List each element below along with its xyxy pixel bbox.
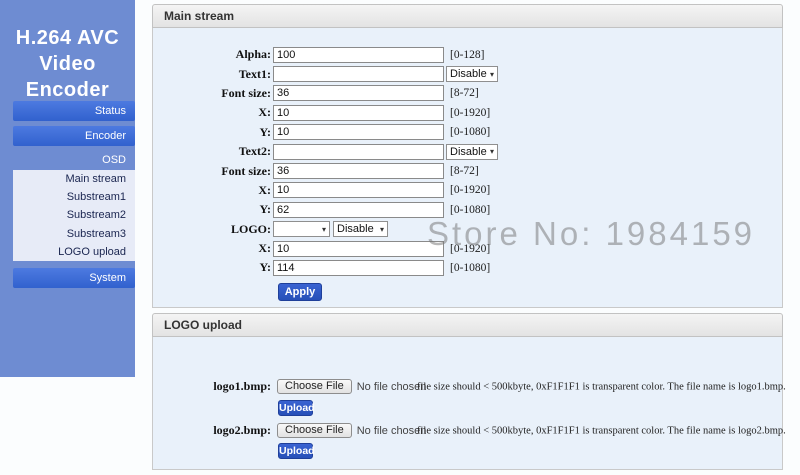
logo1-label: logo1.bmp: <box>153 379 271 394</box>
font-size2-range-hint: [8-72] <box>450 165 479 177</box>
x3-input[interactable] <box>273 241 444 257</box>
font-size2-label: Font size: <box>153 164 271 179</box>
dropdown-arrow-icon: ▾ <box>380 225 384 234</box>
y2-input[interactable] <box>273 202 444 218</box>
alpha-range-hint: [0-128] <box>450 49 485 61</box>
text1-mode-value: Disable <box>450 68 487 80</box>
main-stream-panel: Main stream Alpha: [0-128] Text1: Disabl… <box>152 4 783 308</box>
font-size1-range-hint: [8-72] <box>450 87 479 99</box>
font-size1-label: Font size: <box>153 86 271 101</box>
sidebar-item-logo-upload[interactable]: LOGO upload <box>13 243 135 261</box>
x2-label: X: <box>153 183 271 198</box>
sidebar-item-substream2[interactable]: Substream2 <box>13 206 135 224</box>
app-title: H.264 AVC Video Encoder <box>0 25 135 103</box>
form-row-logo: LOGO: ▾ Disable ▾ <box>153 220 782 239</box>
logo-upload-panel: LOGO upload logo1.bmp: Choose File No fi… <box>152 313 783 470</box>
sidebar: H.264 AVC Video Encoder Status Encoder O… <box>0 0 135 377</box>
form-row-text1: Text1: Disable ▾ <box>153 64 782 83</box>
upload-hint-logo2: file size should < 500kbyte, 0xF1F1F1 is… <box>417 425 786 436</box>
x3-label: X: <box>153 241 271 256</box>
y3-label: Y: <box>153 260 271 275</box>
logo-mode-select[interactable]: Disable ▾ <box>333 221 388 237</box>
text2-input[interactable] <box>273 144 444 160</box>
logo2-label: logo2.bmp: <box>153 423 271 438</box>
form-row-x2: X: [0-1920] <box>153 181 782 200</box>
form-row-x3: X: [0-1920] <box>153 239 782 258</box>
dropdown-arrow-icon: ▾ <box>322 225 326 234</box>
form-row-y3: Y: [0-1080] <box>153 258 782 277</box>
sidebar-item-main-stream[interactable]: Main stream <box>13 170 135 188</box>
text2-mode-select[interactable]: Disable ▾ <box>446 144 498 160</box>
y3-input[interactable] <box>273 260 444 276</box>
form-row-x1: X: [0-1920] <box>153 103 782 122</box>
app-title-line1: H.264 AVC <box>0 25 135 51</box>
apply-button[interactable]: Apply <box>278 283 322 301</box>
x1-label: X: <box>153 105 271 120</box>
text1-input[interactable] <box>273 66 444 82</box>
osd-section-label: OSD <box>13 152 135 169</box>
y1-label: Y: <box>153 125 271 140</box>
file-status-logo2: No file chosen <box>357 425 427 437</box>
file-status-logo1: No file chosen <box>357 381 427 393</box>
form-row-y1: Y: [0-1080] <box>153 123 782 142</box>
y3-range-hint: [0-1080] <box>450 262 490 274</box>
choose-file-button-logo2[interactable]: Choose File <box>277 423 352 438</box>
y1-input[interactable] <box>273 124 444 140</box>
form-row-text2: Text2: Disable ▾ <box>153 142 782 161</box>
form-row-font-size1: Font size: [8-72] <box>153 84 782 103</box>
text2-label: Text2: <box>153 144 271 159</box>
text1-label: Text1: <box>153 67 271 82</box>
upload-button-logo2[interactable]: Upload <box>278 443 313 459</box>
upload-hint-logo1: file size should < 500kbyte, 0xF1F1F1 is… <box>417 381 786 392</box>
form-row-y2: Y: [0-1080] <box>153 200 782 219</box>
main-stream-form: Alpha: [0-128] Text1: Disable ▾ Font siz… <box>152 28 783 308</box>
app-title-line2: Video Encoder <box>0 51 135 103</box>
y1-range-hint: [0-1080] <box>450 126 490 138</box>
sidebar-item-substream3[interactable]: Substream3 <box>13 225 135 243</box>
alpha-input[interactable] <box>273 47 444 63</box>
text1-mode-select[interactable]: Disable ▾ <box>446 66 498 82</box>
logo-upload-panel-title: LOGO upload <box>152 313 783 337</box>
form-row-alpha: Alpha: [0-128] <box>153 45 782 64</box>
upload-button-logo1[interactable]: Upload <box>278 400 313 416</box>
sidebar-item-substream1[interactable]: Substream1 <box>13 188 135 206</box>
x2-input[interactable] <box>273 182 444 198</box>
text2-mode-value: Disable <box>450 146 487 158</box>
x2-range-hint: [0-1920] <box>450 184 490 196</box>
logo1-row: logo1.bmp: Choose File No file chosen fi… <box>153 379 782 394</box>
logo-upload-form: logo1.bmp: Choose File No file chosen fi… <box>152 337 783 470</box>
choose-file-button-logo1[interactable]: Choose File <box>277 379 352 394</box>
alpha-label: Alpha: <box>153 47 271 62</box>
x1-range-hint: [0-1920] <box>450 107 490 119</box>
form-row-font-size2: Font size: [8-72] <box>153 161 782 180</box>
main-stream-panel-title: Main stream <box>152 4 783 28</box>
nav-button-system[interactable]: System <box>13 268 135 288</box>
x1-input[interactable] <box>273 105 444 121</box>
osd-submenu: Main stream Substream1 Substream2 Substr… <box>13 170 135 261</box>
logo-label: LOGO: <box>153 222 271 237</box>
logo2-row: logo2.bmp: Choose File No file chosen fi… <box>153 423 782 438</box>
nav-button-encoder[interactable]: Encoder <box>13 126 135 146</box>
nav-button-status[interactable]: Status <box>13 101 135 121</box>
logo-select[interactable]: ▾ <box>273 221 330 237</box>
dropdown-arrow-icon: ▾ <box>490 70 494 79</box>
x3-range-hint: [0-1920] <box>450 243 490 255</box>
font-size2-input[interactable] <box>273 163 444 179</box>
dropdown-arrow-icon: ▾ <box>490 147 494 156</box>
logo-mode-value: Disable <box>337 223 374 235</box>
y2-label: Y: <box>153 202 271 217</box>
y2-range-hint: [0-1080] <box>450 204 490 216</box>
font-size1-input[interactable] <box>273 85 444 101</box>
